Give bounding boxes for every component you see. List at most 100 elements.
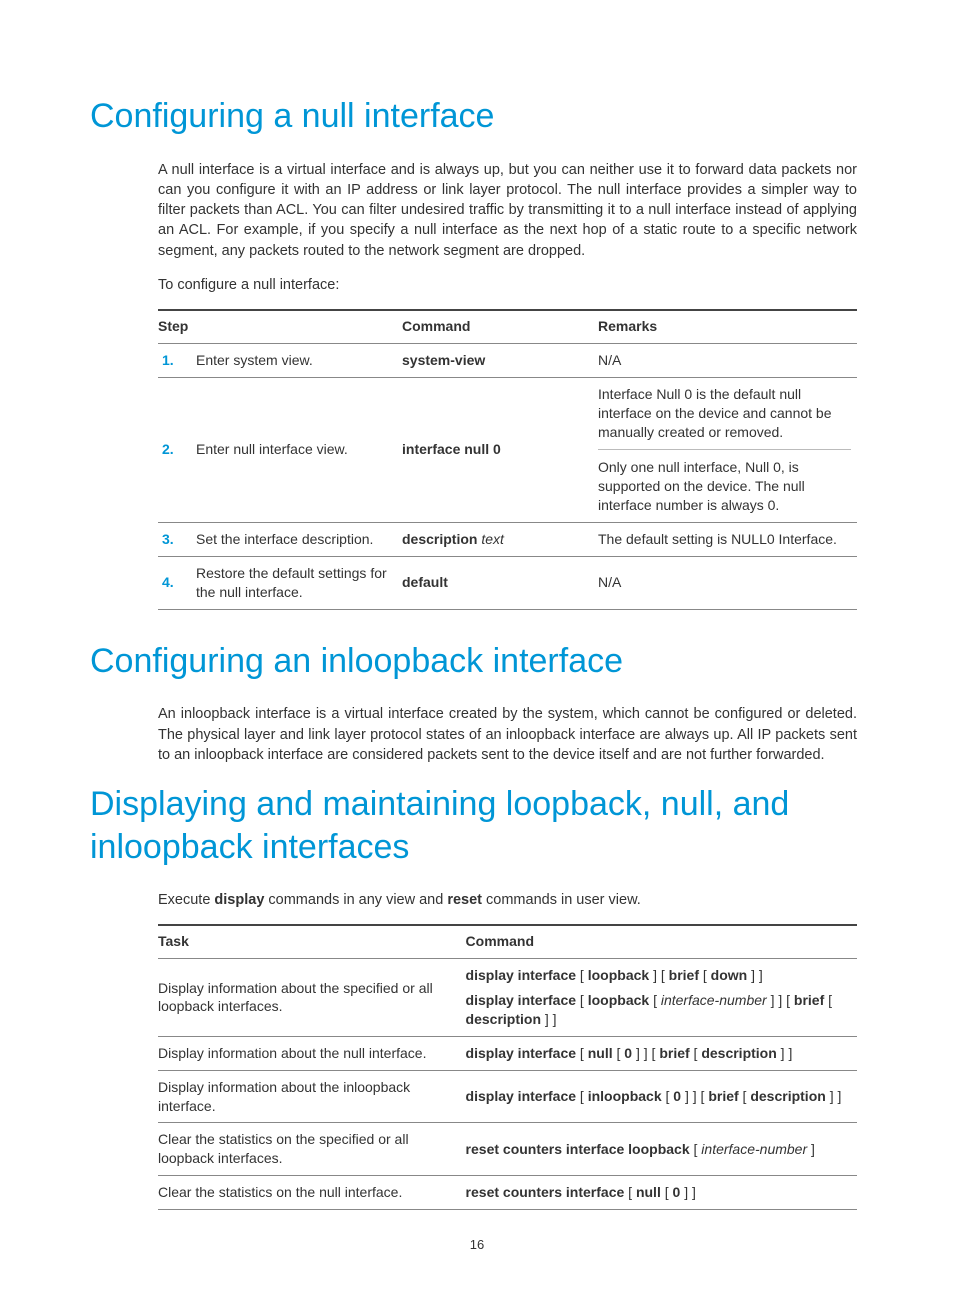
col-task: Task	[158, 925, 466, 958]
step-command: interface null 0	[402, 377, 598, 522]
task-command: reset counters interface loopback [ inte…	[466, 1123, 857, 1176]
command-line: display interface [ loopback ] [ brief […	[466, 966, 851, 985]
step-command: description text	[402, 523, 598, 557]
command-keyword: display interface	[466, 1088, 577, 1104]
command-punct: ] ]	[826, 1088, 842, 1104]
task-description: Display information about the null inter…	[158, 1036, 466, 1070]
table-row: Display information about the inloopback…	[158, 1070, 857, 1123]
table-row: 1.Enter system view.system-viewN/A	[158, 343, 857, 377]
null-interface-steps-table: Step Command Remarks 1.Enter system view…	[158, 309, 857, 610]
step-description: Set the interface description.	[196, 523, 402, 557]
command-line: display interface [ loopback [ interface…	[466, 991, 851, 1029]
command-keyword: description	[750, 1088, 825, 1104]
command-punct: [	[576, 1088, 588, 1104]
command-line: reset counters interface loopback [ inte…	[466, 1140, 851, 1159]
task-description: Display information about the specified …	[158, 959, 466, 1037]
section2-para1: An inloopback interface is a virtual int…	[158, 704, 857, 765]
exec-pre: Execute	[158, 892, 214, 908]
step-number: 4.	[158, 557, 196, 610]
exec-display: display	[214, 892, 264, 908]
command-punct: ] [	[649, 967, 668, 983]
remark-text: N/A	[598, 351, 851, 370]
table-row: 2.Enter null interface view.interface nu…	[158, 377, 857, 522]
command-keyword: display interface	[466, 1045, 577, 1061]
command-keyword: 0	[624, 1045, 632, 1061]
command-line: display interface [ null [ 0 ] ] [ brief…	[466, 1044, 851, 1063]
command-keyword: brief	[659, 1045, 689, 1061]
command-punct: [	[624, 1184, 636, 1200]
task-command: display interface [ inloopback [ 0 ] ] […	[466, 1070, 857, 1123]
exec-mid: commands in any view and	[264, 892, 447, 908]
heading-display-maintain: Displaying and maintaining loopback, nul…	[90, 783, 857, 868]
command-keyword: down	[711, 967, 748, 983]
command-line: reset counters interface [ null [ 0 ] ]	[466, 1183, 851, 1202]
command-keyword: brief	[669, 967, 699, 983]
command-punct: [	[699, 967, 711, 983]
task-description: Clear the statistics on the null interfa…	[158, 1176, 466, 1210]
command-keyword: description	[402, 531, 477, 547]
section3-body: Execute display commands in any view and…	[158, 890, 857, 1210]
command-keyword: reset counters interface loopback	[466, 1141, 690, 1157]
page-number: 16	[0, 1237, 954, 1252]
heading-null-interface: Configuring a null interface	[90, 95, 857, 138]
command-punct: [	[576, 992, 588, 1008]
command-keyword: null	[588, 1045, 613, 1061]
command-keyword: brief	[794, 992, 824, 1008]
command-keyword: display interface	[466, 967, 577, 983]
step-description: Enter null interface view.	[196, 377, 402, 522]
command-arg: interface-number	[701, 1141, 807, 1157]
section1-para1: A null interface is a virtual interface …	[158, 160, 857, 261]
task-command: reset counters interface [ null [ 0 ] ]	[466, 1176, 857, 1210]
command-punct: [	[649, 992, 661, 1008]
task-description: Clear the statistics on the specified or…	[158, 1123, 466, 1176]
col-step: Step	[158, 310, 402, 343]
command-keyword: loopback	[588, 992, 649, 1008]
command-punct: ] ]	[777, 1045, 793, 1061]
task-command: display interface [ null [ 0 ] ] [ brief…	[466, 1036, 857, 1070]
tasks-table: Task Command Display information about t…	[158, 924, 857, 1210]
command-keyword: reset counters interface	[466, 1184, 625, 1200]
table-row: Display information about the specified …	[158, 959, 857, 1037]
command-punct: [	[661, 1184, 673, 1200]
step-description: Restore the default settings for the nul…	[196, 557, 402, 610]
command-punct: ]	[807, 1141, 815, 1157]
command-punct: ] ] [	[767, 992, 794, 1008]
heading-inloopback: Configuring an inloopback interface	[90, 640, 857, 683]
command-keyword: brief	[708, 1088, 738, 1104]
step-command: system-view	[402, 343, 598, 377]
step-remarks: The default setting is NULL0 Interface.	[598, 523, 857, 557]
step-description: Enter system view.	[196, 343, 402, 377]
remark-text: The default setting is NULL0 Interface.	[598, 530, 851, 549]
command-punct: [	[576, 1045, 588, 1061]
table-row: Clear the statistics on the null interfa…	[158, 1176, 857, 1210]
command-arg: interface-number	[661, 992, 767, 1008]
step-number: 2.	[158, 377, 196, 522]
command-punct: [	[662, 1088, 674, 1104]
table-header-row: Task Command	[158, 925, 857, 958]
exec-post: commands in user view.	[482, 892, 641, 908]
table-row: Display information about the null inter…	[158, 1036, 857, 1070]
section1-para2: To configure a null interface:	[158, 275, 857, 295]
command-punct: [	[690, 1045, 702, 1061]
command-keyword: description	[466, 1011, 541, 1027]
step-remarks: Interface Null 0 is the default null int…	[598, 377, 857, 522]
step-command: default	[402, 557, 598, 610]
col-command: Command	[466, 925, 857, 958]
table-row: Clear the statistics on the specified or…	[158, 1123, 857, 1176]
command-punct: [	[613, 1045, 625, 1061]
task-command: display interface [ loopback ] [ brief […	[466, 959, 857, 1037]
remark-text: Interface Null 0 is the default null int…	[598, 385, 851, 442]
step-number: 3.	[158, 523, 196, 557]
command-keyword: null	[636, 1184, 661, 1200]
col-command: Command	[402, 310, 598, 343]
command-punct: ] ]	[680, 1184, 696, 1200]
command-arg: text	[477, 531, 503, 547]
command-punct: [	[576, 967, 588, 983]
task-description: Display information about the inloopback…	[158, 1070, 466, 1123]
command-keyword: inloopback	[588, 1088, 662, 1104]
command-punct: ] ]	[541, 1011, 557, 1027]
table-row: 4.Restore the default settings for the n…	[158, 557, 857, 610]
command-punct: [	[824, 992, 832, 1008]
section1-body: A null interface is a virtual interface …	[158, 160, 857, 610]
command-keyword: 0	[673, 1088, 681, 1104]
